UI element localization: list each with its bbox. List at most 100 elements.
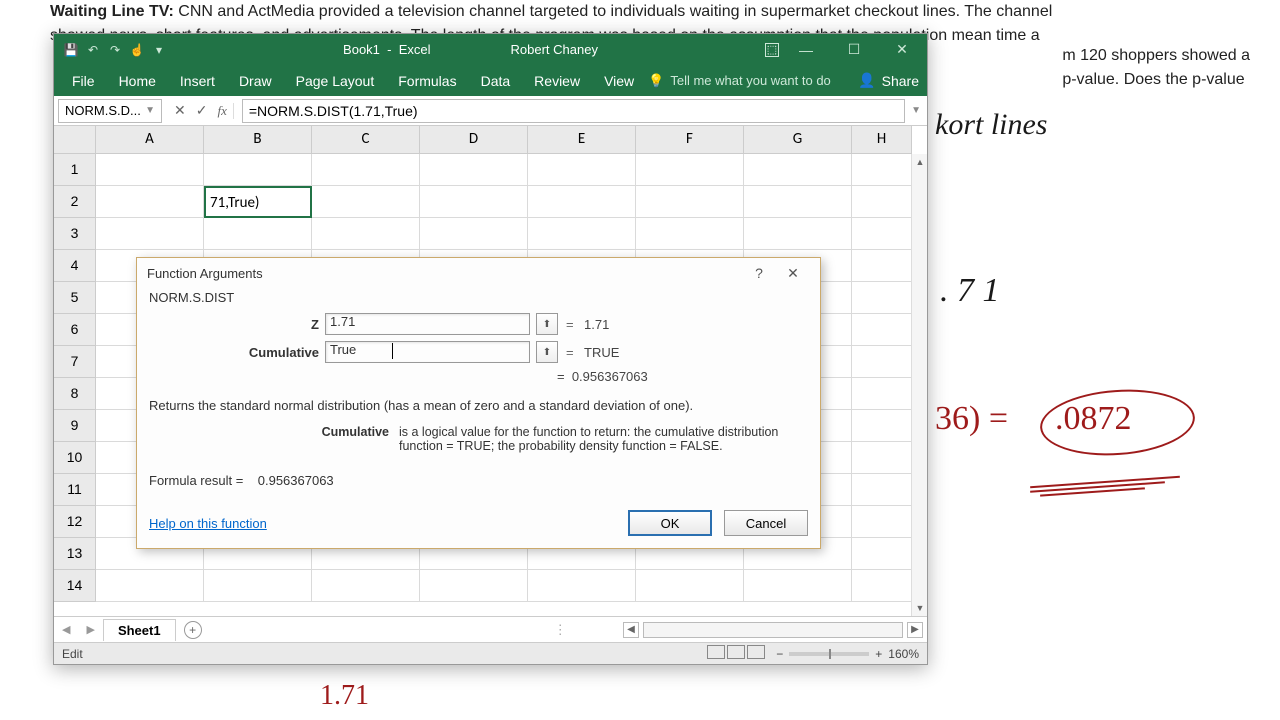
equals-sign: = <box>557 369 572 384</box>
formula-text: =NORM.S.DIST(1.71,True) <box>249 103 418 119</box>
col-header-e[interactable]: E <box>528 126 636 154</box>
row-header[interactable]: 7 <box>54 346 96 378</box>
row-header[interactable]: 3 <box>54 218 96 250</box>
minimize-button[interactable]: — <box>785 35 827 65</box>
zoom-control[interactable]: − + 160% <box>776 647 919 661</box>
handwriting-underline <box>1030 478 1180 496</box>
row-header[interactable]: 10 <box>54 442 96 474</box>
select-all-corner[interactable] <box>54 126 96 154</box>
workbook-name: Book1 <box>343 42 380 57</box>
formula-expand-icon[interactable]: ▼ <box>905 105 927 116</box>
row-header[interactable]: 8 <box>54 378 96 410</box>
formula-input[interactable]: =NORM.S.DIST(1.71,True) <box>242 99 905 123</box>
user-name: Robert Chaney <box>511 42 598 57</box>
vertical-scrollbar[interactable]: ▲ ▼ <box>911 154 927 616</box>
col-header-d[interactable]: D <box>420 126 528 154</box>
redo-icon[interactable]: ↷ <box>108 43 122 57</box>
tab-review[interactable]: Review <box>524 67 590 95</box>
tab-draw[interactable]: Draw <box>229 67 282 95</box>
tab-file[interactable]: File <box>62 67 105 95</box>
sheet-tab-sheet1[interactable]: Sheet1 <box>103 619 176 641</box>
undo-icon[interactable]: ↶ <box>86 43 100 57</box>
view-buttons[interactable] <box>706 645 766 662</box>
col-header-b[interactable]: B <box>204 126 312 154</box>
tab-page-layout[interactable]: Page Layout <box>286 67 385 95</box>
enter-formula-icon[interactable]: ✓ <box>196 102 208 119</box>
tell-me-search[interactable]: 💡Tell me what you want to do <box>648 73 831 89</box>
share-button[interactable]: 👤Share <box>858 72 919 89</box>
zoom-slider[interactable] <box>789 652 869 656</box>
formula-result-value: 0.956367063 <box>258 473 334 488</box>
ok-button[interactable]: OK <box>628 510 712 536</box>
name-box-dropdown-icon[interactable]: ▼ <box>145 105 155 116</box>
dialog-close-button[interactable]: ✕ <box>776 258 810 288</box>
scroll-down-icon[interactable]: ▼ <box>912 600 927 616</box>
arg-z-input[interactable]: 1.71 <box>325 313 530 335</box>
function-name-label: NORM.S.DIST <box>149 290 808 305</box>
row-header[interactable]: 12 <box>54 506 96 538</box>
name-box[interactable]: NORM.S.D... ▼ <box>58 99 162 123</box>
selected-arg-name: Cumulative <box>319 425 389 453</box>
fx-icon[interactable]: fx <box>217 103 233 119</box>
cancel-button[interactable]: Cancel <box>724 510 808 536</box>
tab-home[interactable]: Home <box>109 67 166 95</box>
row-header[interactable]: 1 <box>54 154 96 186</box>
row-header[interactable]: 5 <box>54 282 96 314</box>
name-box-value: NORM.S.D... <box>65 103 141 118</box>
row-header[interactable]: 11 <box>54 474 96 506</box>
help-on-function-link[interactable]: Help on this function <box>149 516 267 531</box>
handwriting-mid: . 7 1 <box>940 272 1000 310</box>
arg-z-evaluated: 1.71 <box>584 317 808 332</box>
arg-cumulative-collapse-button[interactable]: ⬆ <box>536 341 558 363</box>
row-header[interactable]: 4 <box>54 250 96 282</box>
col-header-g[interactable]: G <box>744 126 852 154</box>
qat-dropdown-icon[interactable]: ▾ <box>152 43 166 57</box>
row-header[interactable]: 6 <box>54 314 96 346</box>
horizontal-scrollbar[interactable] <box>643 622 903 638</box>
cell-b2-active[interactable]: 71,True) <box>204 186 312 218</box>
hscroll-left-icon[interactable]: ◀ <box>623 622 639 638</box>
col-header-c[interactable]: C <box>312 126 420 154</box>
row-header[interactable]: 9 <box>54 410 96 442</box>
col-header-h[interactable]: H <box>852 126 912 154</box>
tab-view[interactable]: View <box>594 67 644 95</box>
arg-cumulative-label: Cumulative <box>149 345 319 360</box>
text-cursor <box>392 343 393 359</box>
close-button[interactable]: ✕ <box>881 35 923 65</box>
sheet-nav-next[interactable]: ▶ <box>78 623 102 636</box>
arg-cumulative-evaluated: TRUE <box>584 345 808 360</box>
touch-icon[interactable]: ☝ <box>130 43 144 57</box>
ribbon-tabs: File Home Insert Draw Page Layout Formul… <box>54 65 927 96</box>
zoom-out-icon[interactable]: − <box>776 647 783 661</box>
scroll-up-icon[interactable]: ▲ <box>912 154 927 170</box>
titlebar: 💾 ↶ ↷ ☝ ▾ Book1 - Excel Robert Chaney ⬚ … <box>54 34 927 65</box>
col-header-a[interactable]: A <box>96 126 204 154</box>
arg-cumulative-input[interactable]: True <box>325 341 530 363</box>
bulb-icon: 💡 <box>648 73 664 89</box>
sheet-nav-prev[interactable]: ◀ <box>54 623 78 636</box>
zoom-in-icon[interactable]: + <box>875 647 882 661</box>
tab-insert[interactable]: Insert <box>170 67 225 95</box>
arg-z-label: Z <box>149 317 319 332</box>
save-icon[interactable]: 💾 <box>64 43 78 57</box>
equals-sign: = <box>566 317 578 332</box>
tab-data[interactable]: Data <box>471 67 521 95</box>
tab-split-handle[interactable]: ⋮ <box>548 622 573 638</box>
function-arguments-dialog: Function Arguments ? ✕ NORM.S.DIST Z 1.7… <box>136 257 821 549</box>
add-sheet-button[interactable]: + <box>184 621 202 639</box>
maximize-button[interactable]: ☐ <box>833 35 875 65</box>
row-header[interactable]: 2 <box>54 186 96 218</box>
function-result: 0.956367063 <box>572 369 648 384</box>
dialog-title: Function Arguments <box>147 266 263 281</box>
dialog-help-button[interactable]: ? <box>742 258 776 288</box>
handwriting-oval <box>1038 385 1197 461</box>
account-icon[interactable]: ⬚ <box>765 43 779 57</box>
arg-z-collapse-button[interactable]: ⬆ <box>536 313 558 335</box>
cancel-formula-icon[interactable]: ✕ <box>174 102 186 119</box>
row-header[interactable]: 14 <box>54 570 96 602</box>
selected-arg-description: is a logical value for the function to r… <box>399 425 808 453</box>
tab-formulas[interactable]: Formulas <box>388 67 466 95</box>
hscroll-right-icon[interactable]: ▶ <box>907 622 923 638</box>
row-header[interactable]: 13 <box>54 538 96 570</box>
col-header-f[interactable]: F <box>636 126 744 154</box>
